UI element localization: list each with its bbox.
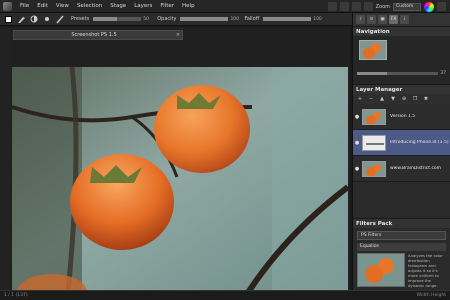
color-wheel-icon[interactable] xyxy=(424,1,434,12)
opacity-label: Opacity xyxy=(157,16,177,22)
right-panel: / ≡ ▣ FX i Navigation 37 Layer Manager +… xyxy=(352,13,450,299)
menu-help[interactable]: Help xyxy=(178,0,199,13)
menu-file[interactable]: File xyxy=(16,0,33,13)
brush-icon[interactable] xyxy=(16,14,26,24)
layer-thumbnail xyxy=(362,134,386,151)
opacity-slider-fill xyxy=(180,17,229,21)
layer-row[interactable]: ● Version 1.5 xyxy=(353,104,450,130)
duplicate-icon[interactable]: ❐ xyxy=(411,95,419,103)
layer-empty-space xyxy=(353,182,450,218)
opacity-value: 100 xyxy=(230,16,240,22)
layer-toolbar: + − ▲ ▼ ⊕ ❐ ✖ xyxy=(353,94,450,104)
falloff-slider[interactable] xyxy=(263,17,312,21)
move-icon[interactable] xyxy=(351,2,361,11)
filter-item-equalize[interactable]: Equalize xyxy=(357,243,446,251)
presets-slider-fill xyxy=(93,17,118,21)
navigator-thumbnail[interactable] xyxy=(359,40,387,60)
eye-icon[interactable]: ● xyxy=(353,140,361,146)
redo-icon[interactable] xyxy=(339,2,349,11)
zoom-label: Zoom xyxy=(375,3,390,10)
layer-thumb-image xyxy=(363,135,385,150)
menu-view[interactable]: View xyxy=(52,0,73,13)
move-up-icon[interactable]: ▲ xyxy=(378,95,386,103)
layer-thumbnail xyxy=(362,160,386,177)
document-area: Screenshot PS 1.5 × xyxy=(10,27,350,300)
status-right: Width Height xyxy=(416,293,446,298)
navigator-zoom-slider[interactable] xyxy=(357,72,439,75)
navigator-zoom: 37 xyxy=(357,70,446,77)
tab-layers-icon[interactable]: ≡ xyxy=(367,15,376,24)
image-canvas[interactable] xyxy=(12,67,348,300)
menu-filter[interactable]: Filter xyxy=(156,0,178,13)
filters-pack-title: Filters Pack xyxy=(353,218,450,228)
navigation-title: Navigation xyxy=(353,26,450,36)
layer-thumb-image xyxy=(363,161,385,176)
layer-row[interactable]: ● Introducing Phone.id (1.5) xyxy=(353,130,450,156)
move-down-icon[interactable]: ▼ xyxy=(389,95,397,103)
navigator-zoom-fill xyxy=(357,72,388,75)
undo-icon[interactable] xyxy=(327,2,337,11)
menu-edit[interactable]: Edit xyxy=(33,0,52,13)
menu-stage[interactable]: Stage xyxy=(106,0,130,13)
layer-thumbnail xyxy=(362,108,386,125)
opacity-slider[interactable] xyxy=(180,17,229,21)
topbar-tools: Zoom Custom xyxy=(327,1,446,12)
presets-slider[interactable] xyxy=(93,17,142,21)
menu-layers[interactable]: Layers xyxy=(130,0,156,13)
trash-icon[interactable]: ✖ xyxy=(422,95,430,103)
falloff-label: Falloff xyxy=(244,16,260,22)
foreground-swatch[interactable] xyxy=(4,15,12,23)
layer-thumb-image xyxy=(363,109,385,124)
panel-tabs: / ≡ ▣ FX i xyxy=(353,13,450,26)
eye-icon[interactable]: ● xyxy=(353,114,361,120)
status-bar: 1 / 1 (137) Width Height xyxy=(0,290,450,300)
add-layer-icon[interactable]: + xyxy=(356,95,364,103)
tab-info-icon[interactable]: i xyxy=(400,15,409,24)
filter-thumbnail xyxy=(357,253,405,287)
layer-manager-title: Layer Manager xyxy=(353,84,450,94)
pen-icon[interactable] xyxy=(55,14,65,24)
navigator: 37 xyxy=(353,36,450,84)
navigator-thumb-image xyxy=(360,41,386,59)
tab-brush-icon[interactable]: / xyxy=(356,15,365,24)
dot-icon[interactable] xyxy=(42,14,52,24)
zoom-select[interactable]: Custom xyxy=(393,2,421,11)
tab-fx-icon[interactable]: FX xyxy=(389,15,398,24)
merge-icon[interactable]: ⊕ xyxy=(400,95,408,103)
layer-name: www.BrainDistrict.com xyxy=(390,166,442,171)
menu-bar: File Edit View Selection Stage Layers Fi… xyxy=(0,0,450,13)
persimmon-photo xyxy=(12,67,348,300)
toolbox xyxy=(0,27,10,290)
document-title: Screenshot PS 1.5 xyxy=(71,32,117,38)
fullscreen-icon[interactable] xyxy=(363,2,373,11)
layer-name: Version 1.5 xyxy=(390,114,416,119)
remove-layer-icon[interactable]: − xyxy=(367,95,375,103)
menu-selection[interactable]: Selection xyxy=(73,0,106,13)
filter-pack-select[interactable]: PS Filters xyxy=(357,231,446,240)
document-tab[interactable]: Screenshot PS 1.5 × xyxy=(13,30,183,40)
color-swatch[interactable] xyxy=(3,14,13,24)
status-left: 1 / 1 (137) xyxy=(4,293,28,298)
layer-row[interactable]: ● www.BrainDistrict.com xyxy=(353,156,450,182)
filter-thumb-image xyxy=(358,254,404,286)
tab-nav-icon[interactable]: ▣ xyxy=(378,15,387,24)
navigator-zoom-value: 37 xyxy=(440,71,446,76)
layer-name: Introducing Phone.id (1.5) xyxy=(390,140,449,145)
filter-preview: Analyzes the color distribution histogra… xyxy=(357,253,446,288)
falloff-slider-fill xyxy=(263,17,312,21)
eye-icon[interactable]: ● xyxy=(353,166,361,172)
app-logo xyxy=(3,1,12,11)
close-icon[interactable]: × xyxy=(174,32,182,38)
presets-value: 50 xyxy=(143,16,149,22)
settings-icon[interactable] xyxy=(437,2,446,11)
falloff-value: 100 xyxy=(313,16,322,22)
presets-label: Presets xyxy=(71,16,90,22)
filter-description: Analyzes the color distribution histogra… xyxy=(408,253,443,288)
contrast-icon[interactable] xyxy=(29,14,39,24)
